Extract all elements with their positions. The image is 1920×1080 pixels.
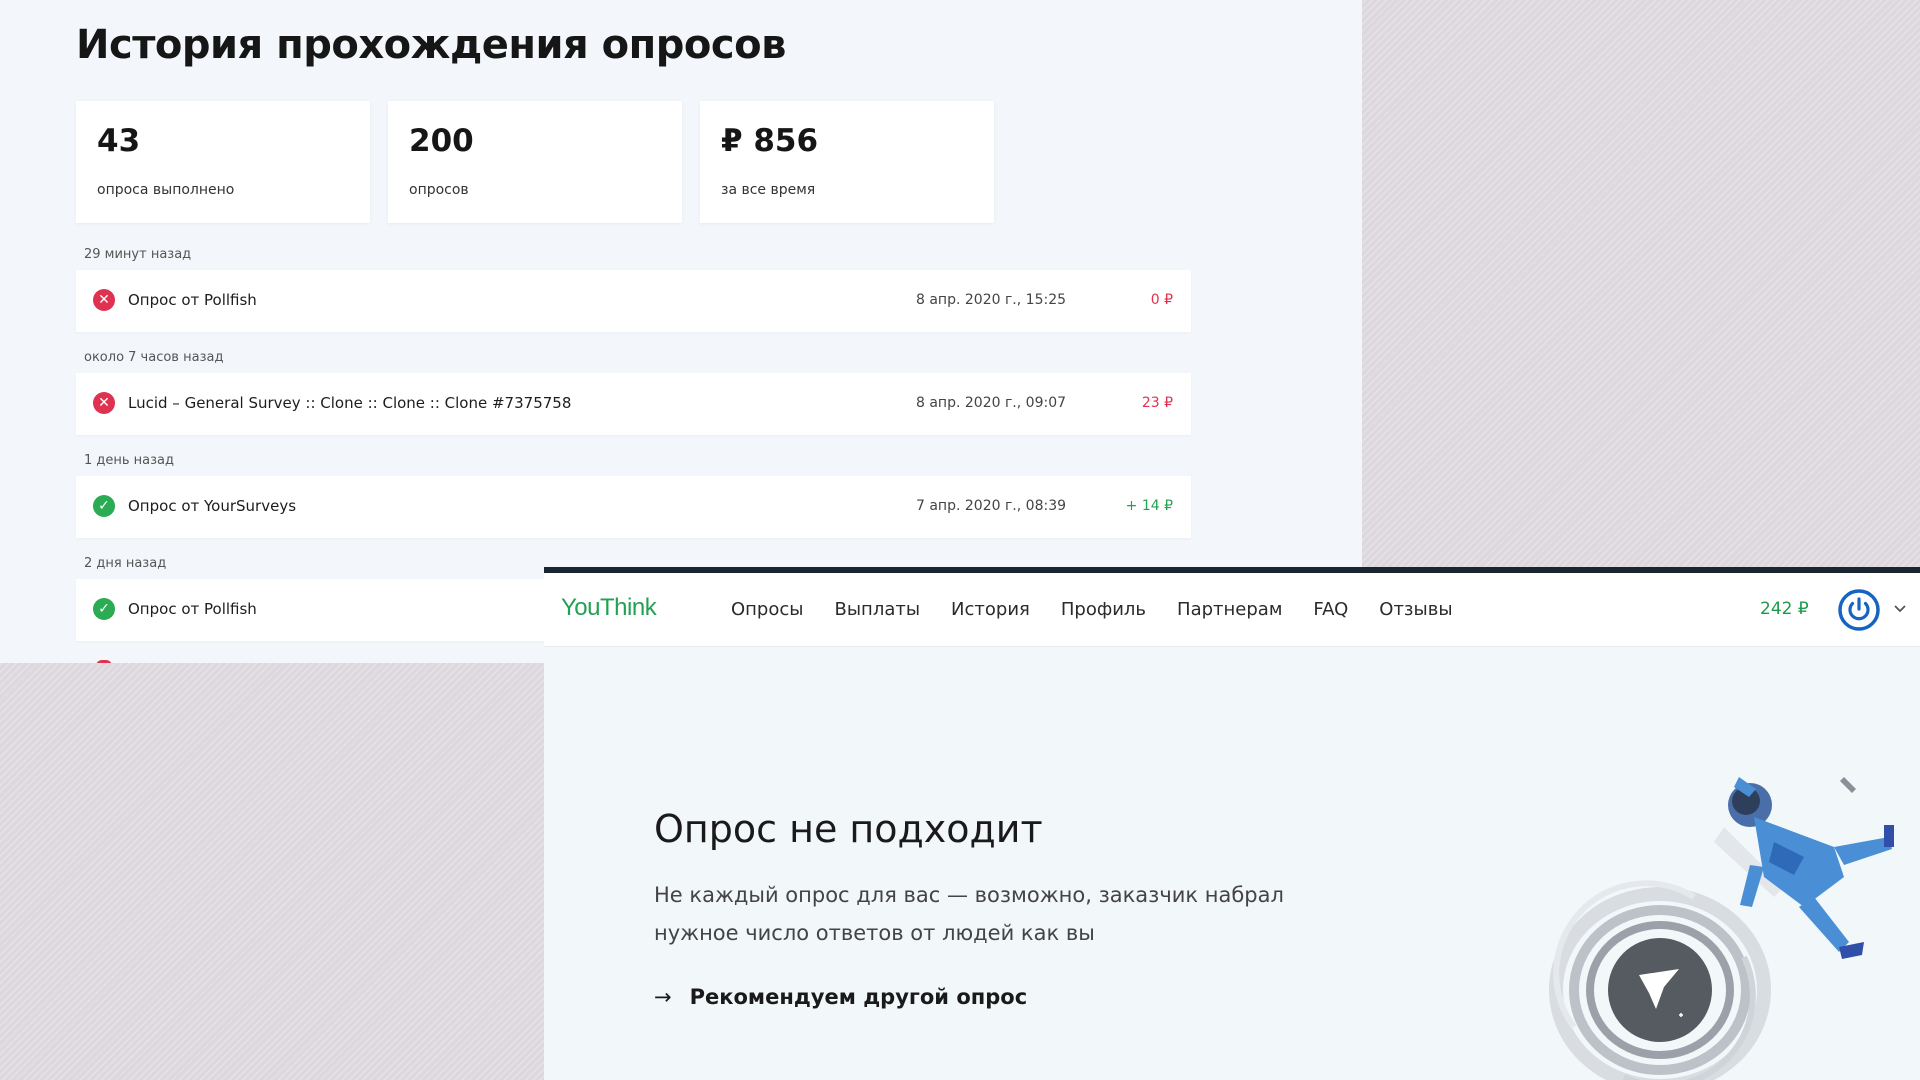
debris (1840, 777, 1856, 793)
stat-card-completed: 43 опроса выполнено (76, 101, 370, 223)
survey-amount: 23 ₽ (1141, 395, 1173, 411)
nav-item-payouts[interactable]: Выплаты (834, 599, 920, 620)
stat-label: опроса выполнено (97, 182, 235, 198)
survey-amount: 0 ₽ (1150, 292, 1173, 308)
group-time-label: 29 минут назад (84, 247, 192, 262)
survey-row[interactable]: ✕ Lucid – General Survey :: Clone :: Clo… (76, 373, 1191, 435)
close-circle-icon (96, 660, 112, 663)
survey-title: Опрос от YourSurveys (128, 497, 297, 515)
survey-row[interactable]: ✕ Опрос от Pollfish 8 апр. 2020 г., 15:2… (76, 270, 1191, 332)
stat-value: 43 (97, 123, 141, 159)
power-icon[interactable] (1838, 589, 1880, 631)
nav-item-profile[interactable]: Профиль (1061, 599, 1146, 620)
astronaut-blackhole-illustration (1549, 777, 1894, 1080)
recommend-survey-link[interactable]: → Рекомендуем другой опрос (654, 985, 1027, 1009)
survey-title: Опрос от Pollfish (128, 600, 257, 618)
chevron-down-icon[interactable] (1892, 600, 1908, 616)
survey-title: Lucid – General Survey :: Clone :: Clone… (128, 394, 572, 412)
close-circle-icon: ✕ (93, 289, 115, 311)
group-time-label: 2 дня назад (84, 556, 167, 571)
main-heading: Опрос не подходит (654, 807, 1043, 851)
recommend-link-label: Рекомендуем другой опрос (689, 985, 1028, 1009)
survey-title: Опрос от Pollfish (128, 291, 257, 309)
history-panel: История прохождения опросов 43 опроса вы… (0, 0, 1362, 663)
logo[interactable]: YouThink (561, 594, 657, 622)
survey-date: 8 апр. 2020 г., 09:07 (916, 395, 1067, 411)
survey-row[interactable]: ✓ Опрос от YourSurveys 7 апр. 2020 г., 0… (76, 476, 1191, 538)
survey-amount: + 14 ₽ (1125, 498, 1173, 514)
stat-card-earnings: ₽ 856 за все время (700, 101, 994, 223)
main-nav: Опросы Выплаты История Профиль Партнерам… (731, 573, 1484, 646)
arrow-right-icon: → (654, 985, 672, 1009)
survey-date: 7 апр. 2020 г., 08:39 (916, 498, 1067, 514)
group-time-label: около 7 часов назад (84, 350, 224, 365)
nav-item-partners[interactable]: Партнерам (1177, 599, 1282, 620)
main-description: Не каждый опрос для вас — возможно, зака… (654, 883, 1284, 945)
check-circle-icon: ✓ (93, 598, 115, 620)
stat-label: опросов (409, 182, 469, 198)
close-circle-icon: ✕ (93, 392, 115, 414)
check-circle-icon: ✓ (93, 495, 115, 517)
nav-item-surveys[interactable]: Опросы (731, 599, 803, 620)
youthink-panel: YouThink Опросы Выплаты История Профиль … (544, 567, 1920, 1080)
balance-display[interactable]: 242 ₽ (1760, 599, 1809, 619)
nav-item-faq[interactable]: FAQ (1313, 599, 1348, 620)
nav-item-history[interactable]: История (951, 599, 1030, 620)
stat-card-surveys: 200 опросов (388, 101, 682, 223)
navbar: YouThink Опросы Выплаты История Профиль … (544, 573, 1920, 647)
stat-value: ₽ 856 (721, 123, 819, 159)
stat-value: 200 (409, 123, 474, 159)
page-title: История прохождения опросов (76, 22, 786, 68)
nav-item-reviews[interactable]: Отзывы (1379, 599, 1452, 620)
stat-label: за все время (721, 182, 816, 198)
survey-date: 8 апр. 2020 г., 15:25 (916, 292, 1067, 308)
group-time-label: 1 день назад (84, 453, 175, 468)
